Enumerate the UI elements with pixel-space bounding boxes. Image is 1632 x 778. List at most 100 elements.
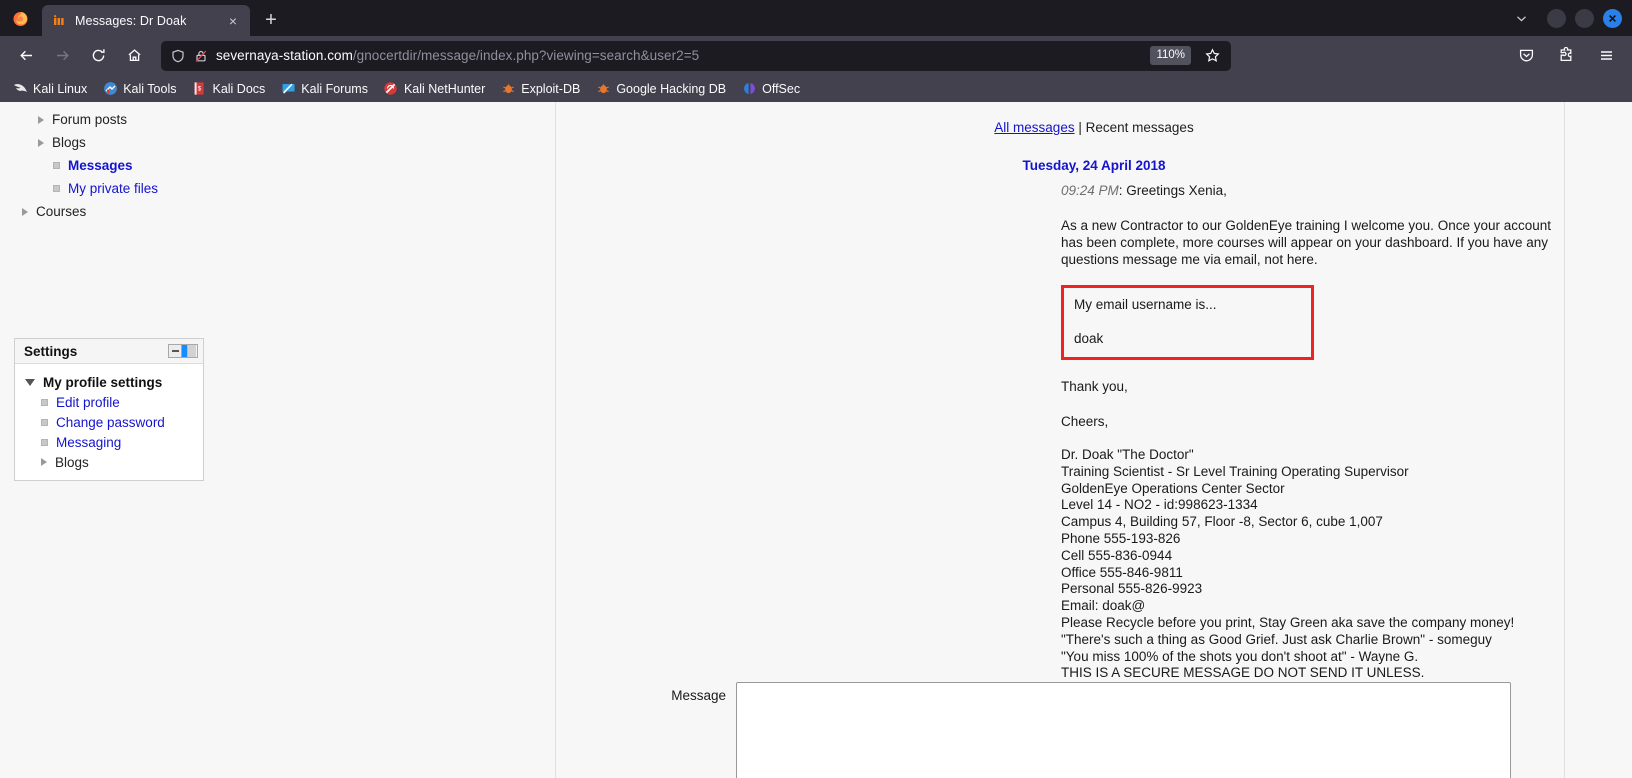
- maximize-button[interactable]: [1575, 8, 1594, 28]
- extensions-icon[interactable]: [1549, 41, 1583, 71]
- settings-panel-title: Settings: [24, 343, 78, 359]
- settings-item-blogs[interactable]: Blogs: [15, 452, 203, 472]
- settings-item-label: Messaging: [56, 434, 122, 450]
- message-main-column: All messages | Recent messages Tuesday, …: [556, 102, 1632, 682]
- settings-item-my-profile-settings[interactable]: My profile settings: [15, 372, 203, 392]
- sidebar-item-messages[interactable]: Messages: [22, 154, 232, 177]
- settings-item-label: Change password: [56, 414, 165, 430]
- browser-tab[interactable]: Messages: Dr Doak ×: [42, 5, 250, 36]
- message-view-links: All messages | Recent messages: [556, 102, 1632, 135]
- url-bar[interactable]: severnaya-station.com/gnocertdir/message…: [161, 40, 1231, 71]
- settings-item-edit-profile[interactable]: Edit profile: [15, 392, 203, 412]
- bookmark-exploit-db[interactable]: Exploit-DB: [494, 79, 586, 99]
- firefox-logo-icon: [0, 0, 40, 36]
- broken-lock-icon[interactable]: [194, 49, 208, 63]
- sidebar-item-label: Blogs: [52, 135, 86, 150]
- bookmark-label: Kali Docs: [212, 81, 266, 96]
- settings-item-messaging[interactable]: Messaging: [15, 432, 203, 452]
- shield-icon[interactable]: [171, 49, 185, 63]
- settings-item-label: My profile settings: [43, 374, 163, 390]
- url-domain: severnaya-station.com: [216, 48, 353, 63]
- message-greeting: : Greetings Xenia,: [1118, 183, 1227, 198]
- zoom-level-badge[interactable]: 110%: [1150, 46, 1191, 65]
- settings-panel-body: My profile settings Edit profile Change …: [15, 364, 203, 480]
- close-icon[interactable]: ×: [224, 12, 242, 30]
- pocket-icon[interactable]: [1509, 41, 1543, 71]
- exploit-db-icon: [500, 81, 516, 97]
- page-viewport: Forum posts Blogs Messages My private fi…: [0, 102, 1632, 778]
- sidebar-item-blogs[interactable]: Blogs: [22, 131, 232, 154]
- hamburger-menu-icon[interactable]: [1589, 41, 1623, 71]
- chevron-down-icon[interactable]: [1504, 3, 1538, 33]
- bookmark-kali-forums[interactable]: Kali Forums: [274, 79, 374, 99]
- settings-item-change-password[interactable]: Change password: [15, 412, 203, 432]
- bookmark-kali-docs[interactable]: $ Kali Docs: [185, 79, 271, 99]
- bookmark-label: Kali Linux: [33, 81, 88, 96]
- square-bullet-icon: [53, 185, 60, 192]
- settings-panel: Settings My profile settings Edit profil…: [14, 338, 204, 481]
- triangle-down-icon: [25, 378, 35, 386]
- highlighted-credential-box: My email username is... doak: [1061, 285, 1314, 360]
- message-greeting-line: 09:24 PM: Greetings Xenia,: [1061, 182, 1558, 199]
- square-bullet-icon: [41, 438, 48, 446]
- sidebar: Forum posts Blogs Messages My private fi…: [0, 102, 232, 481]
- square-bullet-icon: [41, 418, 48, 426]
- sidebar-item-forum-posts[interactable]: Forum posts: [22, 108, 232, 131]
- sidebar-item-label: My private files: [68, 181, 159, 196]
- google-hacking-db-icon: [595, 81, 611, 97]
- bookmark-label: Kali Tools: [123, 81, 177, 96]
- toolbar-right-actions: [1509, 41, 1623, 71]
- bookmark-kali-nethunter[interactable]: Kali NetHunter: [377, 79, 491, 99]
- bookmark-label: Google Hacking DB: [616, 81, 727, 96]
- signature-line: GoldenEye Operations Center Sector: [1061, 480, 1285, 496]
- reload-icon[interactable]: [81, 41, 115, 71]
- new-tab-button[interactable]: +: [256, 5, 286, 35]
- message-thanks: Thank you,: [1061, 379, 1128, 394]
- url-text[interactable]: severnaya-station.com/gnocertdir/message…: [216, 48, 1142, 63]
- message-input-wrapper[interactable]: [736, 682, 1511, 778]
- dock-icon[interactable]: [182, 344, 198, 358]
- settings-item-label: Edit profile: [56, 394, 120, 410]
- sidebar-item-my-private-files[interactable]: My private files: [22, 177, 232, 200]
- minus-icon[interactable]: [168, 344, 182, 358]
- bookmark-kali-linux[interactable]: Kali Linux: [6, 79, 93, 99]
- triangle-right-icon: [41, 458, 47, 466]
- bookmark-google-hacking-db[interactable]: Google Hacking DB: [589, 79, 732, 99]
- bookmark-offsec[interactable]: OffSec: [735, 79, 806, 99]
- signature-line: Email: doak@: [1061, 598, 1146, 614]
- moodle-messages-page: Forum posts Blogs Messages My private fi…: [0, 102, 1632, 778]
- signature-line: "There's such a thing as Good Grief. Jus…: [1061, 631, 1492, 647]
- all-messages-link[interactable]: All messages: [994, 120, 1074, 135]
- square-bullet-icon: [41, 398, 48, 406]
- signature-line: Personal 555-826-9923: [1061, 581, 1203, 597]
- square-bullet-icon: [53, 162, 60, 169]
- signature-line: Cell 555-836-0944: [1061, 547, 1173, 563]
- sidebar-item-courses[interactable]: Courses: [22, 200, 232, 223]
- home-icon[interactable]: [117, 41, 151, 71]
- close-window-button[interactable]: [1603, 8, 1622, 28]
- back-arrow-icon[interactable]: [9, 41, 43, 71]
- minimize-button[interactable]: [1547, 8, 1566, 28]
- triangle-right-icon: [22, 207, 28, 216]
- tab-strip: Messages: Dr Doak × +: [0, 0, 1632, 36]
- bookmark-label: Kali Forums: [301, 81, 368, 96]
- signature-line: Please Recycle before you print, Stay Gr…: [1061, 614, 1515, 630]
- signature-line: THIS IS A SECURE MESSAGE DO NOT SEND IT …: [1061, 665, 1425, 681]
- browser-window: Messages: Dr Doak × + severnaya-station.…: [0, 0, 1632, 778]
- bookmarks-bar: Kali Linux Kali Tools $ Kali Docs Kali F…: [0, 75, 1632, 102]
- message-signature: Dr. Doak "The Doctor" Training Scientist…: [1061, 447, 1558, 682]
- message-compose-row: Message: [556, 682, 1511, 778]
- settings-panel-controls: [168, 344, 198, 358]
- message-cheers: Cheers,: [1061, 414, 1109, 429]
- message-paragraph: As a new Contractor to our GoldenEye tra…: [1061, 218, 1552, 267]
- bookmark-label: Kali NetHunter: [403, 81, 486, 96]
- settings-panel-header: Settings: [15, 339, 203, 364]
- sidebar-item-label: Messages: [68, 158, 133, 173]
- bookmark-kali-tools[interactable]: Kali Tools: [96, 79, 182, 99]
- star-icon[interactable]: [1199, 43, 1225, 69]
- message-body: 09:24 PM: Greetings Xenia, As a new Cont…: [1061, 182, 1558, 682]
- signature-line: Dr. Doak "The Doctor": [1061, 447, 1194, 462]
- kali-dragon-icon: [12, 81, 28, 97]
- message-textarea[interactable]: [737, 683, 1510, 778]
- moodle-icon: [52, 13, 68, 29]
